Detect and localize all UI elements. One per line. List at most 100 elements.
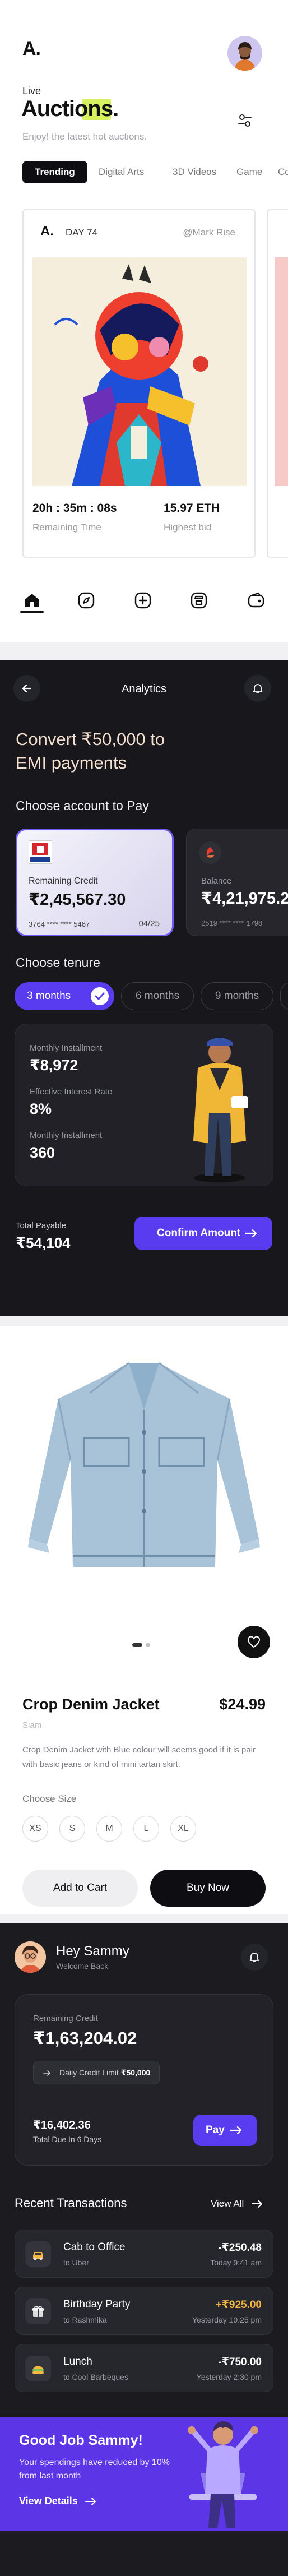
remaining-credit-value: ₹1,63,204.02 <box>33 2028 137 2048</box>
monthly-installment-value: ₹8,972 <box>30 1057 78 1074</box>
avatar[interactable] <box>227 36 262 71</box>
account-card-selected[interactable]: Remaining Credit ₹2,45,567.30 3764 **** … <box>16 829 174 936</box>
credit-card-panel: Remaining Credit ₹1,63,204.02 Daily Cred… <box>15 1994 273 2166</box>
remaining-credit-label: Remaining Credit <box>33 2014 98 2023</box>
laptop-person-illustration <box>178 2410 268 2531</box>
add-to-cart-button[interactable]: Add to Cart <box>22 1870 138 1907</box>
check-icon <box>91 987 109 1005</box>
next-auction-card[interactable] <box>267 209 288 558</box>
remaining-time-value: 20h : 35m : 08s <box>32 502 117 515</box>
transaction-recipient: to Uber <box>63 2258 89 2267</box>
gift-icon <box>25 2298 51 2324</box>
size-l[interactable]: L <box>133 1816 159 1842</box>
compass-icon[interactable] <box>77 591 96 610</box>
notification-button[interactable] <box>244 675 271 702</box>
view-all-label: View All <box>211 2198 244 2209</box>
home-icon[interactable] <box>22 591 41 610</box>
tenure-9-months[interactable]: 9 months <box>201 982 273 1010</box>
wallet-screen: Hey Sammy Welcome Back Remaining Credit … <box>0 1923 288 2576</box>
card-creator: @Mark Rise <box>183 227 235 238</box>
account-expiry: 04/25 <box>138 919 160 928</box>
view-details-link[interactable]: View Details <box>19 2495 97 2510</box>
transaction-time: Yesterday 10:25 pm <box>192 2315 262 2324</box>
daily-limit-value: ₹50,000 <box>120 2068 151 2077</box>
tab-more[interactable]: Co <box>278 161 288 183</box>
emi-screen: Analytics Convert ₹50,000 to EMI payment… <box>0 660 288 1316</box>
account-number: 3764 **** **** 5467 <box>29 920 90 928</box>
highest-bid-label: Highest bid <box>164 522 212 533</box>
page-title: Auctions. <box>21 96 119 121</box>
tab-game[interactable]: Game <box>236 161 262 183</box>
size-xl[interactable]: XL <box>170 1816 196 1842</box>
emi-headline: Convert ₹50,000 to EMI payments <box>16 729 165 773</box>
tenure-6-months[interactable]: 6 months <box>121 982 194 1010</box>
bell-icon <box>253 684 263 693</box>
filter-icon[interactable] <box>236 112 253 129</box>
active-nav-indicator <box>20 611 44 613</box>
months-value: 360 <box>30 1144 55 1161</box>
product-description: Crop Denim Jacket with Blue colour will … <box>22 1745 256 1769</box>
live-eyebrow: Live <box>22 85 41 96</box>
view-all-link[interactable]: View All <box>211 2198 263 2212</box>
card-day: DAY 74 <box>66 227 98 238</box>
tab-digital-arts[interactable]: Digital Arts <box>99 161 144 183</box>
bank-logo <box>29 840 52 864</box>
welcome-text: Welcome Back <box>56 1962 109 1971</box>
account-card-2[interactable]: Balance ₹4,21,975.2 2519 **** **** 1798 <box>186 829 288 936</box>
confirm-amount-button[interactable]: Confirm Amount <box>134 1217 272 1250</box>
carousel-dot[interactable] <box>146 1643 150 1647</box>
interest-rate-value: 8% <box>30 1100 52 1117</box>
size-s[interactable]: S <box>59 1816 85 1842</box>
bottom-nav <box>20 589 266 613</box>
transaction-amount: +₹925.00 <box>215 2299 262 2311</box>
arrow-right-icon <box>251 2200 262 2208</box>
choose-account-heading: Choose account to Pay <box>16 798 149 813</box>
account-2-number: 2519 **** **** 1798 <box>201 919 263 927</box>
transaction-title: Cab to Office <box>63 2241 126 2253</box>
product-price: $24.99 <box>219 1696 266 1713</box>
size-xs[interactable]: XS <box>22 1816 48 1842</box>
next-artwork <box>275 257 288 486</box>
transaction-row[interactable]: Birthday Party to Rashmika +₹925.00 Yest… <box>15 2287 273 2335</box>
greeting: Hey Sammy <box>56 1944 129 1959</box>
tenure-3-months[interactable]: 3 months <box>15 982 114 1010</box>
total-payable-value: ₹54,104 <box>16 1234 71 1251</box>
transaction-row[interactable]: Lunch to Cool Barbeques -₹750.00 Yesterd… <box>15 2344 273 2392</box>
transaction-recipient: to Rashmika <box>63 2315 107 2324</box>
size-m[interactable]: M <box>96 1816 122 1842</box>
transaction-title: Lunch <box>63 2356 92 2367</box>
buy-now-button[interactable]: Buy Now <box>150 1870 266 1907</box>
account-2-amount: ₹4,21,975.2 <box>201 890 288 908</box>
recent-transactions-heading: Recent Transactions <box>15 2196 127 2210</box>
product-brand: Siam <box>22 1721 42 1730</box>
promo-text: Your spendings have reduced by 10% from … <box>19 2458 170 2481</box>
user-avatar[interactable] <box>15 1941 46 1973</box>
wallet-icon[interactable] <box>247 591 266 610</box>
wallet-notification-button[interactable] <box>241 1944 268 1971</box>
monthly-installment-label: Monthly Installment <box>30 1043 103 1053</box>
tab-trending[interactable]: Trending <box>22 161 87 183</box>
store-icon[interactable] <box>189 591 208 610</box>
size-heading: Choose Size <box>22 1793 77 1804</box>
interest-rate-label: Effective Interest Rate <box>30 1087 113 1097</box>
pay-button[interactable]: Pay <box>193 2115 257 2146</box>
product-image <box>0 1326 288 1673</box>
confirm-label: Confirm Amount <box>157 1227 241 1239</box>
daily-limit-chip: Daily Credit Limit ₹50,000 <box>33 2061 160 2084</box>
total-payable-label: Total Payable <box>16 1221 67 1231</box>
arrow-right-icon <box>85 2498 96 2505</box>
tenure-more[interactable] <box>280 982 288 1010</box>
transaction-row[interactable]: Cab to Office to Uber -₹250.48 Today 9:4… <box>15 2230 273 2278</box>
auction-card[interactable]: A. DAY 74 @Mark Rise 20h : 35m: 08s Rem… <box>22 209 256 558</box>
favorite-button[interactable] <box>238 1626 270 1658</box>
tab-3d-videos[interactable]: 3D Videos <box>173 161 216 183</box>
avatar-illustration-icon <box>227 36 262 71</box>
page-title-wrap: Auctions. <box>21 96 119 126</box>
add-icon[interactable] <box>133 591 152 610</box>
choose-tenure-heading: Choose tenure <box>16 955 100 970</box>
view-details-label: View Details <box>19 2495 78 2506</box>
transaction-time: Yesterday 2:30 pm <box>196 2372 262 2381</box>
carousel-dot-active[interactable] <box>132 1643 142 1647</box>
arrow-right-icon <box>244 1229 257 1238</box>
bell-icon <box>249 1953 259 1962</box>
